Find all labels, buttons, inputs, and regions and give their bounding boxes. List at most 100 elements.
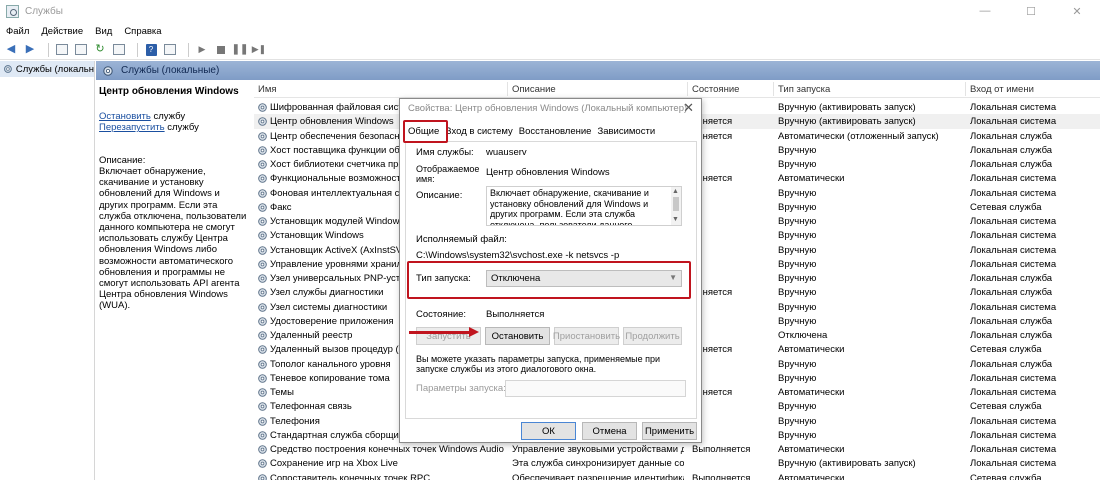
console-tree: Службы (локальн	[0, 61, 95, 480]
resume-button[interactable]: Продолжить	[623, 327, 682, 345]
startup-params-input[interactable]	[505, 380, 686, 397]
service-gear-icon	[258, 316, 267, 326]
annotation-general-tab-highlight	[403, 120, 448, 143]
service-gear-icon	[258, 430, 267, 440]
service-logon-cell: Локальная система	[970, 444, 1057, 455]
table-row[interactable]: Средство построения конечных точек Windo…	[254, 442, 1100, 457]
service-logon-cell: Локальная служба	[970, 287, 1053, 299]
service-startup-cell: Вручную (активировать запуск)	[778, 102, 916, 113]
close-button[interactable]: ✕	[1054, 0, 1100, 22]
service-logon-cell: Локальная служба	[970, 315, 1053, 327]
annotation-arrow-head	[469, 327, 479, 337]
help-book-icon[interactable]: ?	[144, 43, 158, 57]
description-scrollbar[interactable]: ▲ ▼	[671, 187, 681, 225]
column-header-logon-as[interactable]: Вход от имени	[970, 84, 1034, 95]
dialog-close-button[interactable]: ✕	[683, 100, 694, 116]
scroll-down-icon[interactable]: ▼	[672, 215, 679, 226]
maximize-button[interactable]: ☐	[1008, 0, 1054, 22]
show-pane-icon[interactable]	[163, 43, 177, 57]
service-startup-cell: Автоматически	[778, 344, 845, 356]
export-list-icon[interactable]	[112, 43, 126, 57]
cancel-button[interactable]: Отмена	[582, 422, 637, 440]
service-logon-cell: Сетевая служба	[970, 201, 1042, 213]
back-arrow-icon[interactable]: ◀	[4, 43, 18, 57]
scroll-up-icon[interactable]: ▲	[672, 187, 679, 198]
ok-button[interactable]: ОК	[521, 422, 576, 440]
service-status-label: Состояние:	[416, 309, 467, 320]
selected-service-title: Центр обновления Windows	[99, 86, 239, 97]
service-startup-cell: Вручную	[778, 301, 817, 313]
service-logon-cell: Локальная система	[970, 244, 1057, 256]
window-title: Службы	[25, 5, 63, 17]
menu-file[interactable]: Файл	[6, 26, 29, 37]
service-gear-icon	[258, 459, 267, 469]
service-logon-cell: Локальная система	[970, 216, 1057, 227]
start-service-icon[interactable]: ▶	[195, 43, 209, 57]
tree-item-services-local[interactable]: Службы (локальн	[0, 61, 94, 77]
refresh-icon[interactable]: ↻	[93, 43, 107, 57]
service-logon-cell: Локальная служба	[970, 144, 1053, 156]
executable-path: C:\Windows\system32\svchost.exe -k netsv…	[416, 250, 620, 261]
console-tree-icon[interactable]	[55, 43, 69, 57]
description-label: Описание:	[99, 155, 146, 166]
service-gear-icon	[258, 373, 267, 383]
service-gear-icon	[258, 402, 267, 412]
service-logon-cell: Локальная система	[970, 187, 1057, 199]
restart-service-link[interactable]: Перезапустить	[99, 122, 165, 133]
executable-label: Исполняемый файл:	[416, 234, 507, 245]
menu-bar: Файл Действие Вид Справка	[0, 22, 1100, 40]
title-bar: Службы — ☐ ✕	[0, 0, 1100, 22]
properties-icon[interactable]	[74, 43, 88, 57]
menu-action[interactable]: Действие	[41, 26, 83, 37]
stop-service-icon[interactable]	[214, 43, 228, 57]
service-startup-cell: Вручную (активировать запуск)	[778, 458, 916, 470]
service-logon-cell: Локальная служба	[970, 159, 1053, 170]
service-gear-icon	[258, 217, 267, 226]
column-header-startup-type[interactable]: Тип запуска	[778, 84, 830, 95]
service-gear-icon	[258, 145, 267, 155]
display-name-label: Отображаемое имя:	[416, 164, 480, 184]
table-row[interactable]: Сопоставитель конечных точек RPC Обеспечи…	[254, 471, 1100, 480]
menu-help[interactable]: Справка	[124, 26, 161, 37]
service-startup-cell: Вручную	[778, 187, 817, 199]
menu-view[interactable]: Вид	[95, 26, 112, 37]
service-gear-icon	[258, 445, 267, 454]
service-status-cell: олняется	[692, 130, 733, 142]
service-startup-cell: Вручную	[778, 273, 817, 284]
tab-logon[interactable]: Вход в систему	[442, 125, 516, 141]
pause-service-icon[interactable]: ❚❚	[232, 43, 249, 57]
scroll-thumb[interactable]	[673, 197, 679, 211]
tab-dependencies[interactable]: Зависимости	[594, 125, 658, 141]
service-startup-cell: Вручную	[778, 401, 817, 413]
service-status-cell: олняется	[692, 387, 733, 398]
restart-service-suffix: службу	[164, 122, 199, 133]
service-name-label: Имя службы:	[416, 147, 474, 158]
service-logon-cell: Локальная система	[970, 173, 1057, 185]
window-controls: — ☐ ✕	[962, 0, 1100, 22]
forward-arrow-icon[interactable]: ▶	[23, 43, 37, 57]
list-header: Имя Описание Состояние Тип запуска Вход …	[254, 80, 1100, 98]
table-row[interactable]: Сохранение игр на Xbox Live Эта служба си…	[254, 456, 1100, 471]
tab-recovery[interactable]: Восстановление	[516, 125, 595, 141]
service-logon-cell: Сетевая служба	[970, 344, 1042, 356]
service-gear-icon	[258, 245, 267, 255]
service-startup-cell: Отключена	[778, 330, 828, 341]
service-gear-icon	[258, 231, 267, 241]
column-header-status[interactable]: Состояние	[692, 84, 739, 95]
apply-button[interactable]: Применить	[642, 422, 697, 440]
service-status-cell: олняется	[692, 173, 733, 185]
stop-button[interactable]: Остановить	[485, 327, 550, 345]
restart-service-icon[interactable]: ▶❚	[252, 43, 266, 57]
service-gear-icon	[258, 274, 267, 283]
stop-service-link[interactable]: Остановить	[99, 111, 151, 122]
service-startup-cell: Вручную	[778, 372, 817, 384]
service-status-cell: олняется	[692, 344, 733, 356]
dialog-description-label: Описание:	[416, 190, 463, 201]
column-header-name[interactable]: Имя	[258, 84, 277, 95]
pane-header: Службы (локальные)	[96, 61, 1100, 80]
dialog-description-box[interactable]: Включает обнаружение, скачивание и устан…	[486, 186, 682, 226]
pause-button[interactable]: Приостановить	[553, 327, 620, 345]
service-description-panel: Центр обновления Windows Остановить служ…	[96, 80, 251, 480]
minimize-button[interactable]: —	[962, 0, 1008, 22]
column-header-description[interactable]: Описание	[512, 84, 556, 95]
